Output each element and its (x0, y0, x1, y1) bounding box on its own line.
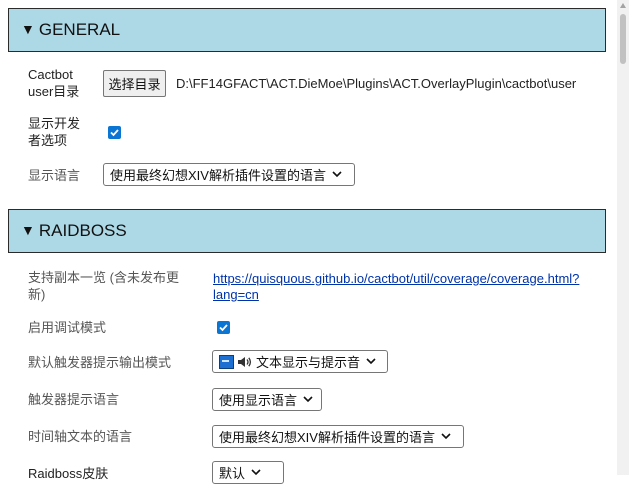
general-section-header[interactable]: ▼ GENERAL (8, 8, 606, 52)
speaker-icon (237, 356, 252, 368)
trigger-language-label: 触发器提示语言 (28, 392, 120, 407)
default-output-value: 文本显示与提示音 (256, 355, 361, 370)
timeline-language-value: 使用最终幻想XIV解析插件设置的语言 (219, 430, 435, 445)
coverage-link-line1: https://quisquous.github.io/cactbot/util… (213, 271, 580, 286)
general-section-title: GENERAL (38, 20, 121, 39)
choose-directory-button[interactable]: 选择目录 (103, 70, 166, 97)
user-dir-path: D:\FF14GFACT\ACT.DieMoe\Plugins\ACT.Over… (176, 76, 577, 91)
scroll-up-arrow-icon[interactable] (620, 3, 626, 8)
skin-value: 默认 (219, 466, 246, 481)
dev-options-label: 显示开发 者选项 (28, 115, 80, 149)
display-language-select[interactable]: 使用最终幻想XIV解析插件设置的语言 (103, 163, 355, 186)
chevron-down-icon (332, 171, 342, 178)
vertical-scrollbar[interactable] (617, 0, 629, 475)
coverage-label-line1: 支持副本一览 (含未发布更 (28, 270, 179, 285)
debug-mode-label: 启用调试模式 (28, 320, 107, 335)
skin-label: Raidboss皮肤 (28, 466, 109, 481)
collapse-triangle-icon: ▼ (21, 21, 35, 37)
coverage-link[interactable]: https://quisquous.github.io/cactbot/util… (213, 271, 579, 303)
dev-options-checkbox[interactable] (108, 126, 121, 139)
default-output-label: 默认触发器提示输出模式 (28, 355, 172, 370)
trigger-language-value: 使用显示语言 (219, 393, 298, 408)
collapse-triangle-icon: ▼ (21, 222, 35, 238)
scroll-thumb[interactable] (620, 14, 626, 64)
timeline-language-label: 时间轴文本的语言 (28, 429, 133, 444)
skin-select[interactable]: 默认 (212, 461, 284, 484)
timeline-language-select[interactable]: 使用最终幻想XIV解析插件设置的语言 (212, 425, 464, 448)
checkmark-icon (110, 129, 119, 137)
coverage-label-line2: 新) (28, 287, 46, 302)
display-language-label: 显示语言 (28, 168, 81, 183)
coverage-label: 支持副本一览 (含未发布更 新) (28, 269, 179, 303)
debug-mode-checkbox[interactable] (217, 321, 230, 334)
trigger-language-select[interactable]: 使用显示语言 (212, 388, 322, 411)
chevron-down-icon (441, 433, 451, 440)
coverage-link-line2: lang=cn (213, 287, 259, 302)
user-dir-label: Cactbot user目录 (28, 66, 79, 100)
raidboss-section-header[interactable]: ▼ RAIDBOSS (8, 209, 606, 253)
dev-options-label-line1: 显示开发 (28, 116, 81, 131)
user-dir-label-line2: user目录 (28, 84, 80, 99)
checkmark-icon (219, 324, 228, 332)
dev-options-label-line2: 者选项 (28, 133, 68, 148)
user-dir-label-line1: Cactbot (28, 67, 73, 82)
display-language-value: 使用最终幻想XIV解析插件设置的语言 (110, 168, 326, 183)
raidboss-section-title: RAIDBOSS (38, 221, 127, 240)
default-output-select[interactable]: 文本显示与提示音 (212, 350, 388, 373)
chevron-down-icon (366, 358, 376, 365)
text-display-icon (219, 354, 234, 369)
chevron-down-icon (303, 396, 313, 403)
